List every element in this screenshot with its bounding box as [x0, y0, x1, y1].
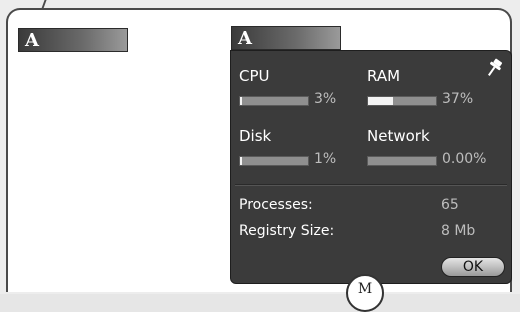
- network-label: Network: [367, 127, 430, 145]
- cpu-label: CPU: [239, 67, 270, 85]
- processes-label: Processes:: [239, 197, 313, 213]
- screenshot-stage: A A CPU 3% RAM 37% Disk 1% Network 0.00%…: [0, 0, 520, 312]
- ok-button[interactable]: OK: [441, 257, 505, 277]
- panel-divider: [235, 184, 507, 186]
- ram-bar: [367, 96, 437, 106]
- system-monitor-panel: CPU 3% RAM 37% Disk 1% Network 0.00% Pro…: [230, 50, 512, 284]
- registry-size-value: 8 Mb: [441, 223, 476, 239]
- ram-label: RAM: [367, 67, 401, 85]
- registry-size-label: Registry Size:: [239, 223, 335, 239]
- pin-icon[interactable]: [483, 57, 505, 79]
- callout-badge: M: [346, 274, 384, 312]
- cpu-percent: 3%: [314, 91, 337, 107]
- ram-bar-fill: [368, 97, 394, 105]
- gadget-tab-collapsed[interactable]: A: [18, 28, 128, 52]
- gadget-letter-right: A: [238, 28, 252, 49]
- disk-bar: [239, 156, 309, 166]
- gadget-letter-left: A: [25, 30, 39, 51]
- gadget-tab-expanded[interactable]: A: [231, 26, 341, 50]
- processes-value: 65: [441, 197, 459, 213]
- cpu-bar: [239, 96, 309, 106]
- network-bar: [367, 156, 437, 166]
- disk-bar-fill: [240, 157, 243, 165]
- ram-percent: 37%: [442, 91, 474, 107]
- disk-percent: 1%: [314, 151, 337, 167]
- disk-label: Disk: [239, 127, 272, 145]
- cpu-bar-fill: [240, 97, 243, 105]
- network-percent: 0.00%: [442, 151, 487, 167]
